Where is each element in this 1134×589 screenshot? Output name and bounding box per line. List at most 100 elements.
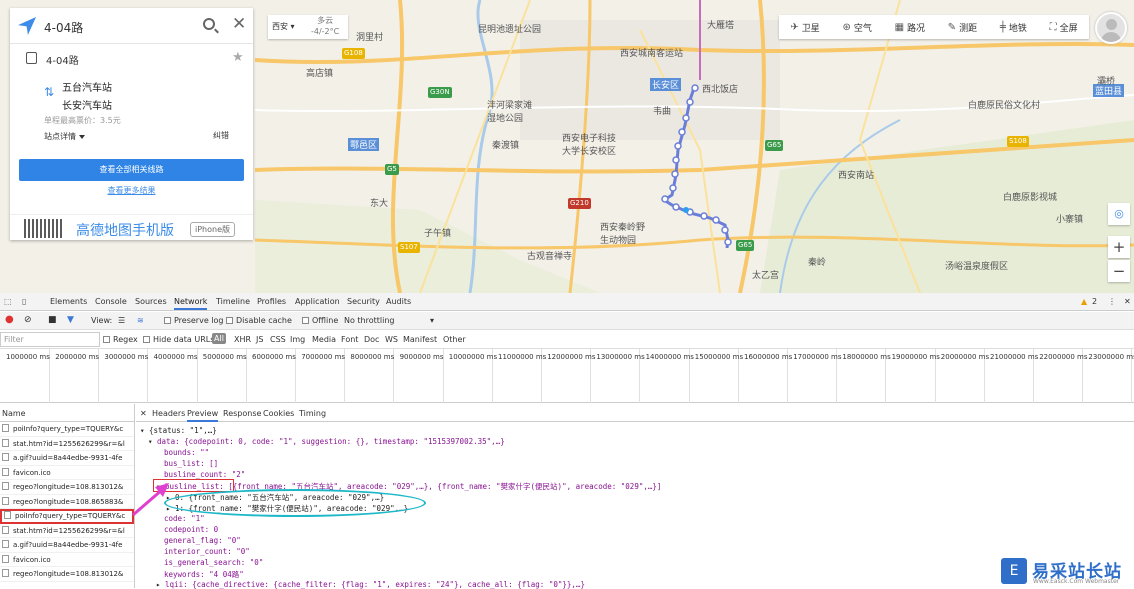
map-label: 灞桥 <box>1097 77 1116 87</box>
report-error-link[interactable]: 纠错 <box>213 130 229 141</box>
request-row[interactable]: favicon.ico <box>0 466 134 480</box>
request-row[interactable]: regeo?longitude=108.813012& <box>0 480 134 495</box>
close-devtools-icon[interactable]: ✕ <box>1124 297 1131 306</box>
list-view-icon[interactable]: ☰ <box>118 316 125 325</box>
disable-cache-checkbox[interactable]: Disable cache <box>226 316 292 325</box>
tab-profiles[interactable]: Profiles <box>257 297 286 306</box>
app-promo[interactable]: 高德地图手机版 iPhone版 <box>10 214 253 240</box>
request-row[interactable]: favicon.ico <box>0 553 134 567</box>
search-input[interactable]: 4-04路 <box>44 19 83 36</box>
tool-traffic[interactable]: ▦ 路况 <box>895 21 925 34</box>
tab-cookies[interactable]: Cookies <box>263 409 294 418</box>
swap-direction-icon[interactable]: ⇅ <box>44 85 54 99</box>
tab-response[interactable]: Response <box>223 409 261 418</box>
zoom-out-button[interactable]: − <box>1108 260 1130 282</box>
search-icon[interactable] <box>203 18 215 30</box>
preserve-log-checkbox[interactable]: Preserve log <box>164 316 224 325</box>
file-icon <box>2 482 9 490</box>
more-results-link[interactable]: 查看更多结果 <box>10 185 253 196</box>
chevron-down-icon[interactable]: ▾ <box>430 316 434 325</box>
request-row[interactable]: poiInfo?query_type=TQUERY&c <box>0 509 134 524</box>
view-all-lines-button[interactable]: 查看全部相关线路 <box>19 159 244 181</box>
tab-elements[interactable]: Elements <box>50 297 87 306</box>
hide-data-urls-checkbox[interactable]: Hide data URLs <box>143 335 214 344</box>
request-row[interactable]: poiInfo?query_type=TQUERY&c <box>0 422 134 437</box>
filter-type-doc[interactable]: Doc <box>364 335 379 344</box>
json-tree-row[interactable]: ▾ {status: "1",…} <box>140 426 217 435</box>
filter-type-other[interactable]: Other <box>443 335 466 344</box>
city-selector[interactable]: 西安 ▾ <box>272 21 295 32</box>
map-label: 白鹿原民俗文化村 <box>968 101 1041 111</box>
waterfall-view-icon[interactable]: ≋ <box>137 316 144 325</box>
request-row[interactable]: a.gif?uuid=8a44edbe-9931-4fe <box>0 538 134 553</box>
close-icon[interactable]: ✕ <box>232 14 246 34</box>
request-row[interactable]: stat.htm?id=1255626299&r=&l <box>0 437 134 451</box>
iphone-badge[interactable]: iPhone版 <box>190 222 236 237</box>
road-sign: G210 <box>568 198 591 209</box>
tool-subway[interactable]: ╪ 地铁 <box>1000 21 1027 34</box>
filter-type-img[interactable]: Img <box>290 335 305 344</box>
tab-audits[interactable]: Audits <box>386 297 411 306</box>
road-sign: G5 <box>385 164 399 175</box>
tab-console[interactable]: Console <box>95 297 127 306</box>
throttling-select[interactable]: No throttling <box>344 316 395 325</box>
request-row[interactable]: a.gif?uuid=8a44edbe-9931-4fe <box>0 451 134 466</box>
filter-icon[interactable]: ▼ <box>67 315 74 325</box>
name-column-header[interactable]: Name <box>0 404 134 422</box>
tab-headers[interactable]: Headers <box>152 409 185 418</box>
filter-type-manifest[interactable]: Manifest <box>403 335 437 344</box>
tab-timeline[interactable]: Timeline <box>216 297 250 306</box>
stop-details-toggle[interactable]: 站点详情 <box>44 131 85 142</box>
star-icon[interactable]: ★ <box>232 50 244 65</box>
tab-preview[interactable]: Preview <box>187 409 219 422</box>
offline-checkbox[interactable]: Offline <box>302 316 338 325</box>
request-list: Name poiInfo?query_type=TQUERY&c stat.htm… <box>0 404 135 588</box>
request-row[interactable]: regeo?longitude=108.865883& <box>0 495 134 509</box>
warning-icon[interactable]: ▲ <box>1081 297 1087 306</box>
timeline-tick: 13000000 ms <box>596 353 645 361</box>
regex-checkbox[interactable]: Regex <box>103 335 138 344</box>
tab-application[interactable]: Application <box>295 297 340 306</box>
filter-type-media[interactable]: Media <box>312 335 336 344</box>
device-icon[interactable]: ▯ <box>22 297 26 306</box>
tab-timing[interactable]: Timing <box>299 409 326 418</box>
file-icon <box>2 496 9 505</box>
filter-type-css[interactable]: CSS <box>270 335 286 344</box>
record-icon[interactable]: ● <box>5 314 14 325</box>
filter-type-font[interactable]: Font <box>341 335 358 344</box>
locate-icon[interactable]: ◎ <box>1108 203 1130 225</box>
request-row[interactable]: stat.htm?id=1255626299&r=&l <box>0 524 134 538</box>
json-tree-row[interactable]: ▾ data: {codepoint: 0, code: "1", sugges… <box>148 437 505 446</box>
user-avatar[interactable] <box>1095 12 1127 44</box>
filter-type-js[interactable]: JS <box>256 335 263 344</box>
timeline-tick: 3000000 ms <box>104 353 149 361</box>
filter-type-ws[interactable]: WS <box>385 335 398 344</box>
tool-air[interactable]: ⊛ 空气 <box>842 21 871 34</box>
tab-sources[interactable]: Sources <box>135 297 167 306</box>
warning-count: 2 <box>1092 297 1098 306</box>
navigation-icon[interactable] <box>18 17 36 35</box>
tool-label: 空气 <box>853 23 872 34</box>
timeline-tick: 9000000 ms <box>399 353 444 361</box>
json-text: codepoint: 0 <box>164 525 219 534</box>
city-weather-box[interactable]: 西安 ▾ 多云 -4/-2°C <box>268 15 348 39</box>
clear-icon[interactable]: ⊘ <box>24 315 32 325</box>
network-timeline-overview[interactable]: 1000000 ms 2000000 ms 3000000 ms 4000000 ms… <box>0 349 1134 403</box>
tool-fullscreen[interactable]: ⛶ 全屏 <box>1050 21 1078 34</box>
tool-satellite[interactable]: ✈ 卫星 <box>790 21 819 34</box>
request-row[interactable]: regeo?longitude=108.813012& <box>0 567 134 582</box>
inspect-icon[interactable]: ⬚ <box>4 297 12 306</box>
camera-icon[interactable]: ■ <box>48 315 57 325</box>
tab-security[interactable]: Security <box>347 297 380 306</box>
zoom-in-button[interactable]: + <box>1108 236 1130 258</box>
filter-input[interactable]: Filter <box>0 332 100 347</box>
filter-type-xhr[interactable]: XHR <box>234 335 251 344</box>
more-menu-icon[interactable]: ⋮ <box>1108 297 1116 306</box>
ruler-icon: ✎ <box>947 21 957 33</box>
close-icon[interactable]: ✕ <box>140 409 147 418</box>
chevron-down-icon <box>79 134 85 139</box>
tab-network[interactable]: Network <box>174 297 208 310</box>
filter-type-all[interactable]: All <box>212 333 226 344</box>
tool-ruler[interactable]: ✎ 测距 <box>948 21 977 34</box>
search-bar[interactable]: 4-04路 ✕ <box>10 8 253 44</box>
